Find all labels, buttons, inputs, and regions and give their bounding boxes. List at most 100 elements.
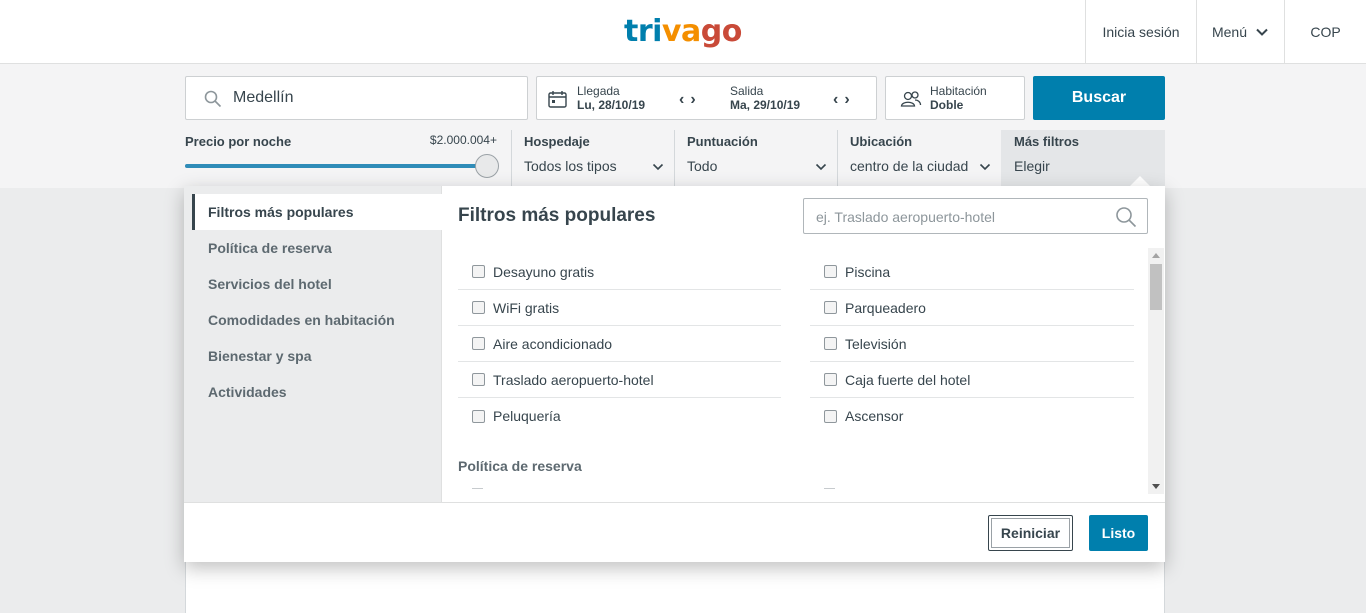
menu-button[interactable]: Menú <box>1196 0 1284 63</box>
option-label: Piscina <box>845 263 891 280</box>
date-picker[interactable]: Llegada Lu, 28/10/19 ‹› Salida Ma, 29/10… <box>536 76 877 120</box>
booking-policy-subheading: Política de reserva <box>458 458 582 474</box>
chevron-down-icon <box>652 163 664 171</box>
option-label: WiFi gratis <box>493 299 560 316</box>
price-value: $2.000.004+ <box>429 133 497 147</box>
category-hotel-services[interactable]: Servicios del hotel <box>192 266 442 302</box>
guests-icon <box>900 91 922 107</box>
checkin-value: Lu, 28/10/19 <box>577 98 646 112</box>
top-header: trivago Inicia sesión Menú COP <box>0 0 1366 64</box>
location-filter[interactable]: Ubicación centro de la ciudad <box>837 130 1001 186</box>
rating-label: Puntuación <box>687 134 758 149</box>
checkbox[interactable] <box>472 488 483 494</box>
checkbox[interactable] <box>824 337 837 350</box>
checkout-prev-next[interactable]: ‹› <box>833 91 856 109</box>
checkbox[interactable] <box>472 373 485 386</box>
filter-search-placeholder: ej. Traslado aeropuerto-hotel <box>816 209 995 225</box>
filter-options-area: Filtros más populares ej. Traslado aerop… <box>442 186 1165 502</box>
checkout-label: Salida <box>730 84 764 98</box>
category-popular[interactable]: Filtros más populares <box>192 194 442 230</box>
checkbox[interactable] <box>824 409 837 423</box>
reset-button[interactable]: Reiniciar <box>988 515 1073 551</box>
checkout-field[interactable]: Salida Ma, 29/10/19 <box>730 84 800 112</box>
option-hotel-safe[interactable]: Caja fuerte del hotel <box>810 362 1134 398</box>
scrollbar[interactable] <box>1148 248 1164 494</box>
destination-value: Medellín <box>233 89 294 106</box>
option-airport-shuttle[interactable]: Traslado aeropuerto-hotel <box>458 362 781 398</box>
option-pool[interactable]: Piscina <box>810 254 1134 290</box>
lodging-filter[interactable]: Hospedaje Todos los tipos <box>511 130 674 186</box>
option-label: Ascensor <box>845 408 904 424</box>
search-button[interactable]: Buscar <box>1033 76 1165 120</box>
price-slider-handle[interactable] <box>475 154 499 178</box>
option-elevator[interactable]: Ascensor <box>810 398 1134 434</box>
option-label: Televisión <box>845 335 907 352</box>
option-free-wifi[interactable]: WiFi gratis <box>458 290 781 326</box>
option-label: Desayuno gratis <box>493 263 595 280</box>
checkin-field[interactable]: Llegada Lu, 28/10/19 <box>577 84 645 112</box>
panel-title: Filtros más populares <box>458 205 656 226</box>
option-label: Aire acondicionado <box>493 335 613 352</box>
checkbox[interactable] <box>824 488 835 494</box>
chevron-down-icon <box>1256 28 1268 36</box>
trivago-logo[interactable]: trivago <box>624 14 742 50</box>
lodging-value: Todos los tipos <box>524 158 617 174</box>
chevron-down-icon <box>815 163 827 171</box>
checkin-prev-next[interactable]: ‹› <box>679 91 702 109</box>
category-booking-policy[interactable]: Política de reserva <box>192 230 442 266</box>
room-value: Doble <box>930 98 964 112</box>
checkbox[interactable] <box>472 301 485 314</box>
option-label: Caja fuerte del hotel <box>845 371 971 388</box>
checkbox[interactable] <box>824 301 837 314</box>
checkbox[interactable] <box>472 409 485 423</box>
search-icon <box>1116 207 1137 228</box>
login-label: Inicia sesión <box>1102 23 1180 40</box>
price-slider-track[interactable] <box>185 164 487 168</box>
done-button[interactable]: Listo <box>1089 515 1148 551</box>
lodging-label: Hospedaje <box>524 134 590 149</box>
more-filters-panel: Filtros más populares Política de reserv… <box>184 186 1165 562</box>
filter-categories-sidebar: Filtros más populares Política de reserv… <box>184 186 442 502</box>
filter-search-input[interactable]: ej. Traslado aeropuerto-hotel <box>803 198 1148 234</box>
calendar-icon <box>548 91 567 108</box>
results-card <box>185 560 1165 613</box>
location-label: Ubicación <box>850 134 913 149</box>
room-selector[interactable]: Habitación Doble <box>885 76 1025 120</box>
option-television[interactable]: Televisión <box>810 326 1134 362</box>
option-parking[interactable]: Parqueadero <box>810 290 1134 326</box>
checkbox[interactable] <box>472 265 485 278</box>
price-filter: Precio por noche $2.000.004+ <box>185 130 499 186</box>
option-label: Parqueadero <box>845 299 926 316</box>
checkout-value: Ma, 29/10/19 <box>730 98 801 112</box>
search-icon <box>204 90 222 108</box>
room-text: Habitación Doble <box>930 84 987 112</box>
menu-label: Menú <box>1211 23 1248 40</box>
category-room-amenities[interactable]: Comodidades en habitación <box>192 302 442 338</box>
login-link[interactable]: Inicia sesión <box>1085 0 1196 63</box>
category-wellness-spa[interactable]: Bienestar y spa <box>192 338 442 374</box>
scroll-up-arrow-icon[interactable] <box>1152 253 1160 258</box>
rating-filter[interactable]: Puntuación Todo <box>674 130 837 186</box>
checkbox[interactable] <box>824 373 837 386</box>
option-label: Traslado aeropuerto-hotel <box>493 371 654 388</box>
destination-input[interactable]: Medellín <box>185 76 528 120</box>
price-slider-fill <box>185 164 487 168</box>
category-activities[interactable]: Actividades <box>192 374 442 410</box>
scrollbar-thumb[interactable] <box>1150 264 1162 310</box>
more-filters-label: Más filtros <box>1014 134 1080 149</box>
option-label: Peluquería <box>493 408 561 424</box>
checkbox[interactable] <box>824 265 837 278</box>
scroll-down-arrow-icon[interactable] <box>1152 484 1160 489</box>
currency-label: COP <box>1310 23 1341 40</box>
option-free-breakfast[interactable]: Desayuno gratis <box>458 254 781 290</box>
checkin-label: Llegada <box>577 84 620 98</box>
location-value: centro de la ciudad <box>850 158 969 174</box>
rating-value: Todo <box>687 158 718 174</box>
more-filters-value: Elegir <box>1014 158 1050 174</box>
currency-selector[interactable]: COP <box>1284 0 1366 63</box>
panel-footer: Reiniciar Listo <box>184 502 1165 562</box>
option-hair-salon[interactable]: Peluquería <box>458 398 781 434</box>
option-air-conditioning[interactable]: Aire acondicionado <box>458 326 781 362</box>
price-label: Precio por noche <box>185 134 292 149</box>
checkbox[interactable] <box>472 337 485 350</box>
